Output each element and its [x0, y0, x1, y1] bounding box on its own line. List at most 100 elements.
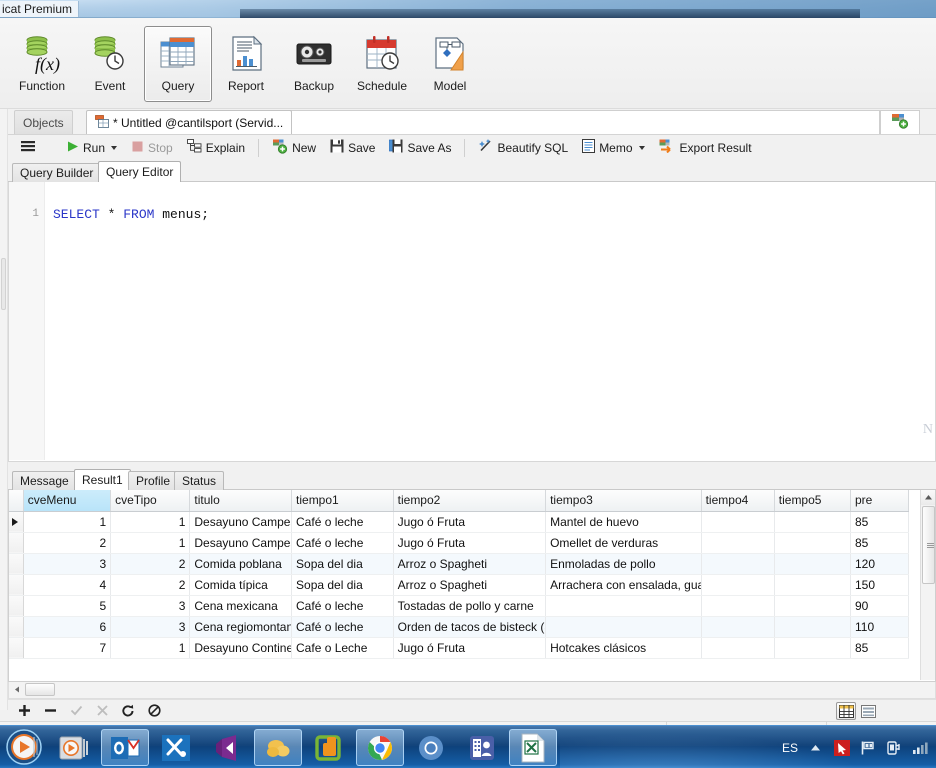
red-alert-icon[interactable] [833, 739, 850, 756]
plus-icon[interactable] [16, 703, 32, 719]
tab-profile[interactable]: Profile [128, 471, 178, 490]
grid-scroll-thumb[interactable] [922, 506, 935, 584]
grid-vertical-scrollbar[interactable] [920, 490, 935, 680]
cell-tiempo4[interactable] [701, 574, 774, 595]
ribbon-button-function[interactable]: f(x) Function [8, 26, 76, 102]
cell-tiempo3[interactable] [546, 616, 702, 637]
cell-tiempo1[interactable]: Café o leche [292, 532, 394, 553]
cell-tiempo1[interactable]: Sopa del dia [292, 574, 394, 595]
column-header-cveMenu[interactable]: cveMenu [23, 490, 110, 511]
grid-horizontal-scrollbar[interactable] [8, 682, 936, 699]
cell-tiempo3[interactable] [546, 595, 702, 616]
table-row[interactable]: 3 2 Comida poblana Sopa del dia Arroz o … [9, 553, 909, 574]
column-header-tiempo3[interactable]: tiempo3 [546, 490, 702, 511]
ribbon-button-schedule[interactable]: Schedule [348, 26, 416, 102]
cell-cveMenu[interactable]: 6 [23, 616, 110, 637]
tab-objects[interactable]: Objects [14, 110, 73, 134]
export-result-button[interactable]: Export Result [653, 137, 758, 159]
cell-tiempo3[interactable]: Omellet de verduras [546, 532, 702, 553]
cell-precio[interactable]: 120 [850, 553, 908, 574]
cell-tiempo5[interactable] [774, 616, 850, 637]
column-header-tiempo5[interactable]: tiempo5 [774, 490, 850, 511]
cell-precio[interactable]: 90 [850, 595, 908, 616]
cell-titulo[interactable]: Desayuno Campesino [190, 511, 292, 532]
cell-cveTipo[interactable]: 2 [111, 574, 190, 595]
network-signal-icon[interactable] [911, 739, 928, 756]
column-header-cveTipo[interactable]: cveTipo [111, 490, 190, 511]
save-as-button[interactable]: Save As [383, 137, 457, 159]
tab-message[interactable]: Message [12, 471, 77, 490]
cell-tiempo1[interactable]: Café o leche [292, 616, 394, 637]
ribbon-button-backup[interactable]: Backup [280, 26, 348, 102]
cell-titulo[interactable]: Desayuno Campestre [190, 532, 292, 553]
new-query-tab-button[interactable] [880, 110, 920, 134]
new-button[interactable]: New [266, 137, 322, 159]
taskbar-app-contacts[interactable] [458, 729, 506, 766]
table-row[interactable]: 4 2 Comida típica Sopa del dia Arroz o S… [9, 574, 909, 595]
tab-query-builder[interactable]: Query Builder [12, 163, 101, 182]
cell-titulo[interactable]: Desayuno Continental [190, 637, 292, 658]
explain-button[interactable]: Explain [181, 137, 251, 159]
minus-icon[interactable] [42, 703, 58, 719]
cell-cveMenu[interactable]: 5 [23, 595, 110, 616]
taskbar-app-excel-doc[interactable] [509, 729, 557, 766]
cell-titulo[interactable]: Cena regiomontana [190, 616, 292, 637]
tray-language-indicator[interactable]: ES [782, 741, 798, 755]
cell-tiempo3[interactable]: Hotcakes clásicos [546, 637, 702, 658]
cell-tiempo4[interactable] [701, 616, 774, 637]
taskbar-app-media-player[interactable] [50, 729, 98, 766]
cell-cveTipo[interactable]: 1 [111, 637, 190, 658]
sql-editor[interactable]: 1 SELECT * FROM menus; N [8, 182, 936, 462]
cell-tiempo1[interactable]: Café o leche [292, 511, 394, 532]
ribbon-button-query[interactable]: Query [144, 26, 212, 102]
column-header-tiempo1[interactable]: tiempo1 [292, 490, 394, 511]
cell-tiempo2[interactable]: Orden de tacos de bisteck (3 [393, 616, 545, 637]
cell-tiempo3[interactable]: Mantel de huevo [546, 511, 702, 532]
run-button[interactable]: Run [60, 137, 123, 159]
cell-precio[interactable]: 85 [850, 637, 908, 658]
cell-cveMenu[interactable]: 1 [23, 511, 110, 532]
start-orb-icon[interactable] [2, 727, 46, 768]
cell-tiempo3[interactable]: Arrachera con ensalada, gua [546, 574, 702, 595]
tab-result1[interactable]: Result1 [74, 469, 131, 490]
taskbar-app-navicat[interactable] [254, 729, 302, 766]
cell-tiempo1[interactable]: Café o leche [292, 595, 394, 616]
cell-tiempo5[interactable] [774, 595, 850, 616]
cell-cveTipo[interactable]: 3 [111, 616, 190, 637]
save-button[interactable]: Save [324, 137, 381, 159]
table-row[interactable]: 2 1 Desayuno Campestre Café o leche Jugo… [9, 532, 909, 553]
memo-button[interactable]: Memo [576, 137, 650, 159]
cell-tiempo2[interactable]: Jugo ó Fruta [393, 532, 545, 553]
cell-tiempo4[interactable] [701, 637, 774, 658]
taskbar-app-outlook[interactable] [101, 729, 149, 766]
result-grid[interactable]: cveMenu cveTipo titulo tiempo1 tiempo2 t… [8, 490, 936, 682]
cell-cveMenu[interactable]: 2 [23, 532, 110, 553]
cell-cveTipo[interactable]: 3 [111, 595, 190, 616]
ribbon-button-model[interactable]: Model [416, 26, 484, 102]
scroll-up-arrow-icon[interactable] [921, 490, 936, 505]
taskbar-app-chromium[interactable] [407, 729, 455, 766]
cell-cveMenu[interactable]: 3 [23, 553, 110, 574]
taskbar-app-vmware[interactable] [305, 729, 353, 766]
column-header-precio[interactable]: pre [850, 490, 908, 511]
taskbar-app-tools[interactable] [152, 729, 200, 766]
cell-tiempo2[interactable]: Tostadas de pollo y carne [393, 595, 545, 616]
tab-status[interactable]: Status [174, 471, 224, 490]
cell-tiempo2[interactable]: Arroz o Spagheti [393, 574, 545, 595]
tab-query-editor[interactable]: Query Editor [98, 161, 181, 182]
cell-tiempo2[interactable]: Jugo ó Fruta [393, 511, 545, 532]
run-dropdown-caret-icon[interactable] [111, 146, 117, 150]
cell-tiempo5[interactable] [774, 553, 850, 574]
ribbon-button-report[interactable]: Report [212, 26, 280, 102]
show-hidden-icons-icon[interactable] [807, 739, 824, 756]
no-entry-icon[interactable] [146, 703, 162, 719]
cell-tiempo5[interactable] [774, 574, 850, 595]
cell-tiempo4[interactable] [701, 511, 774, 532]
column-header-titulo[interactable]: titulo [190, 490, 292, 511]
taskbar-app-visual-studio[interactable] [203, 729, 251, 766]
grid-view-button[interactable] [836, 702, 856, 720]
cell-cveTipo[interactable]: 1 [111, 532, 190, 553]
query-menu-button[interactable] [14, 137, 42, 159]
table-row[interactable]: 6 3 Cena regiomontana Café o leche Orden… [9, 616, 909, 637]
beautify-sql-button[interactable]: Beautify SQL [472, 137, 574, 159]
